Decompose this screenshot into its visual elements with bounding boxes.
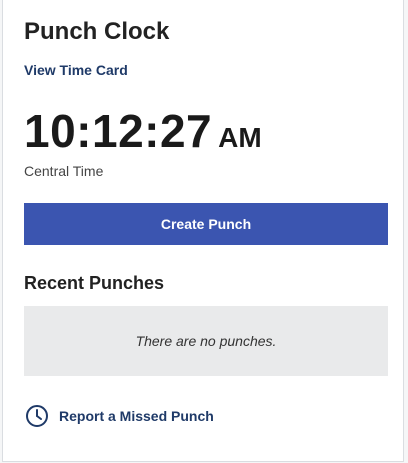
report-missed-punch-label: Report a Missed Punch	[59, 408, 214, 424]
empty-message: There are no punches.	[135, 333, 277, 349]
punch-clock-card: Punch Clock View Time Card 10:12:27 AM Ce…	[2, 0, 404, 462]
recent-punches-empty-state: There are no punches.	[24, 306, 388, 376]
page-title: Punch Clock	[24, 18, 170, 45]
clock-icon	[25, 404, 49, 428]
view-time-card-link[interactable]: View Time Card	[24, 62, 128, 78]
timezone-label: Central Time	[24, 163, 104, 179]
clock-period: AM	[218, 122, 262, 153]
create-punch-button[interactable]: Create Punch	[24, 203, 388, 245]
recent-punches-heading: Recent Punches	[24, 273, 165, 293]
report-missed-punch-link[interactable]: Report a Missed Punch	[25, 404, 214, 428]
current-time-display: 10:12:27 AM	[24, 104, 262, 158]
clock-time: 10:12:27	[24, 105, 213, 157]
